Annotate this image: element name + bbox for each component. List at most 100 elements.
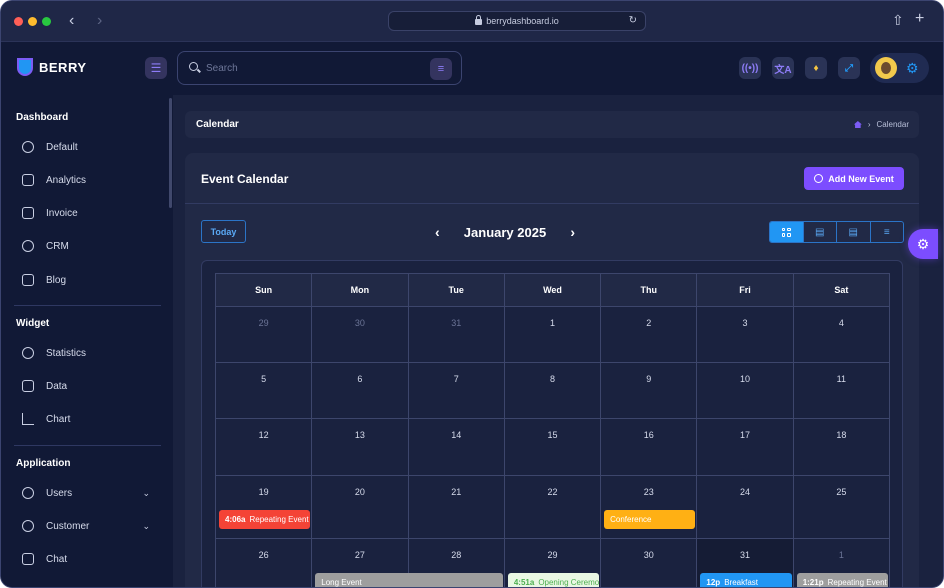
maximize-window-button[interactable] bbox=[42, 17, 51, 26]
calendar-day-cell[interactable]: 29 bbox=[214, 306, 313, 363]
add-new-event-label: Add New Event bbox=[828, 173, 894, 184]
day-view-button[interactable]: ▤ bbox=[836, 222, 870, 242]
notifications-button[interactable]: ♦ bbox=[805, 57, 827, 79]
day-number: 4 bbox=[838, 318, 844, 328]
calendar-day-cell[interactable]: 25 bbox=[792, 475, 891, 539]
sidebar-item-customer[interactable]: Customer ⌄ bbox=[16, 516, 156, 536]
day-number: 31 bbox=[451, 318, 462, 328]
calendar-event[interactable]: 4:51aOpening Ceremony bbox=[507, 573, 600, 587]
calendar-day-cell[interactable]: 13 bbox=[311, 418, 409, 476]
fullscreen-button[interactable]: ⤢ bbox=[838, 57, 860, 79]
sidebar-item-data[interactable]: Data bbox=[16, 376, 156, 396]
calendar-day-cell[interactable]: 1 1:21p Repeating Event bbox=[792, 538, 891, 587]
calendar-day-cell[interactable]: 19 4:06a Repeating Event bbox=[214, 475, 313, 539]
today-button[interactable]: Today bbox=[201, 220, 246, 243]
calendar-day-cell[interactable]: 30 bbox=[311, 306, 409, 363]
calendar-day-cell[interactable]: 10 bbox=[696, 362, 794, 419]
calendar-event[interactable]: Conference bbox=[604, 510, 696, 529]
profile-chip[interactable]: ⚙ bbox=[870, 53, 929, 83]
calendar-day-cell-today[interactable]: 31 12p Breakfast bbox=[696, 538, 794, 587]
calendar-day-cell[interactable]: 24 bbox=[696, 475, 794, 539]
calendar-day-cell[interactable]: 29 4:51aOpening Ceremony bbox=[503, 538, 602, 587]
calendar-event[interactable]: 1:21p Repeating Event bbox=[796, 573, 888, 587]
reload-icon[interactable]: ↻ bbox=[629, 15, 637, 26]
calendar-day-cell[interactable]: 8 bbox=[503, 362, 602, 419]
layout-grid-icon bbox=[781, 227, 791, 237]
address-bar[interactable]: berrydashboard.io ↻ bbox=[388, 11, 646, 31]
share-icon[interactable]: ⇧ bbox=[892, 12, 904, 29]
sidebar-scrollbar[interactable] bbox=[169, 98, 172, 208]
agenda-view-button[interactable]: ≡ bbox=[869, 222, 904, 242]
brand-logo[interactable]: BERRY bbox=[17, 58, 87, 76]
sidebar-item-chat[interactable]: Chat bbox=[16, 549, 156, 569]
calendar-day-cell[interactable]: 7 bbox=[407, 362, 505, 419]
event-title: Repeating Event bbox=[827, 578, 887, 587]
event-calendar-card: Event Calendar Add New Event Today ‹ Jan… bbox=[185, 153, 919, 587]
new-tab-icon[interactable]: + bbox=[915, 10, 924, 28]
url-text: berrydashboard.io bbox=[486, 16, 559, 26]
calendar-day-cell[interactable]: 22 bbox=[503, 475, 602, 539]
file-invoice-icon bbox=[22, 207, 34, 219]
menu-icon: ☰ bbox=[150, 61, 162, 75]
home-icon[interactable] bbox=[853, 121, 862, 128]
calendar-day-cell[interactable]: 11 bbox=[792, 362, 891, 419]
calendar-day-cell[interactable]: 20 bbox=[311, 475, 409, 539]
broadcast-icon: ((•)) bbox=[741, 62, 759, 74]
calendar-day-cell[interactable]: 1 bbox=[503, 306, 602, 363]
calendar-event[interactable]: Long Event bbox=[315, 573, 504, 587]
search-input[interactable] bbox=[206, 60, 406, 76]
sidebar-item-crm[interactable]: CRM bbox=[16, 236, 156, 256]
live-customize-button[interactable]: ((•)) bbox=[739, 57, 761, 79]
sidebar-section-widget: Widget bbox=[16, 318, 50, 329]
sidebar-item-label: Default bbox=[46, 141, 78, 153]
sidebar-item-chart[interactable]: Chart bbox=[16, 409, 156, 429]
event-time: 12p bbox=[706, 578, 721, 587]
sidebar-item-invoice[interactable]: Invoice bbox=[16, 203, 156, 223]
close-window-button[interactable] bbox=[14, 17, 23, 26]
menu-toggle-button[interactable]: ☰ bbox=[145, 57, 167, 79]
lock-icon bbox=[475, 15, 483, 25]
sidebar-item-blog[interactable]: Blog bbox=[16, 270, 156, 290]
calendar-day-cell[interactable]: 5 bbox=[214, 362, 313, 419]
month-title: January 2025 bbox=[463, 224, 547, 240]
calendar-day-cell[interactable]: 18 bbox=[792, 418, 891, 476]
calendar-day-cell[interactable]: 16 bbox=[600, 418, 698, 476]
customization-drawer-button[interactable]: ⚙ bbox=[908, 229, 938, 259]
calendar-day-cell[interactable]: 31 bbox=[407, 306, 505, 363]
sidebar-item-analytics[interactable]: Analytics bbox=[16, 170, 156, 190]
user-check-icon bbox=[22, 487, 34, 499]
calendar-day-cell[interactable]: 17 bbox=[696, 418, 794, 476]
calendar-day-cell[interactable]: 2 bbox=[600, 306, 698, 363]
calendar-event[interactable]: 12p Breakfast bbox=[700, 573, 792, 587]
week-view-button[interactable]: ▤ bbox=[802, 222, 837, 242]
back-icon[interactable]: ‹ bbox=[69, 12, 74, 30]
calendar-day-cell[interactable]: 15 bbox=[503, 418, 602, 476]
calendar-event[interactable]: 4:06a Repeating Event bbox=[219, 510, 311, 529]
month-view-button[interactable] bbox=[770, 222, 803, 242]
forward-icon[interactable]: › bbox=[97, 12, 102, 30]
calendar-day-cell[interactable]: 26 bbox=[214, 538, 313, 587]
calendar-day-cell[interactable]: 21 bbox=[407, 475, 505, 539]
add-new-event-button[interactable]: Add New Event bbox=[804, 167, 904, 190]
minimize-window-button[interactable] bbox=[28, 17, 37, 26]
day-number: 22 bbox=[547, 487, 558, 497]
sidebar-item-default[interactable]: Default bbox=[16, 137, 156, 157]
search-filter-button[interactable]: ≡ bbox=[430, 58, 452, 80]
next-month-icon[interactable]: › bbox=[570, 224, 575, 240]
sidebar-item-users[interactable]: Users ⌄ bbox=[16, 483, 156, 503]
lifebuoy-icon bbox=[22, 240, 34, 252]
calendar-day-cell[interactable]: 12 bbox=[214, 418, 313, 476]
calendar-day-cell[interactable]: 3 bbox=[696, 306, 794, 363]
previous-month-icon[interactable]: ‹ bbox=[435, 224, 440, 240]
day-number: 19 bbox=[258, 487, 269, 497]
calendar-day-cell[interactable]: 23 Conference bbox=[600, 475, 698, 539]
calendar-day-cell[interactable]: 30 bbox=[600, 538, 698, 587]
calendar-day-cell[interactable]: 27 Long Event bbox=[311, 538, 504, 587]
event-title: Conference bbox=[610, 515, 652, 524]
calendar-day-cell[interactable]: 6 bbox=[311, 362, 409, 419]
calendar-day-cell[interactable]: 4 bbox=[792, 306, 891, 363]
calendar-day-cell[interactable]: 9 bbox=[600, 362, 698, 419]
calendar-day-cell[interactable]: 14 bbox=[407, 418, 505, 476]
sidebar-item-statistics[interactable]: Statistics bbox=[16, 343, 156, 363]
language-button[interactable]: 文A bbox=[772, 57, 794, 79]
